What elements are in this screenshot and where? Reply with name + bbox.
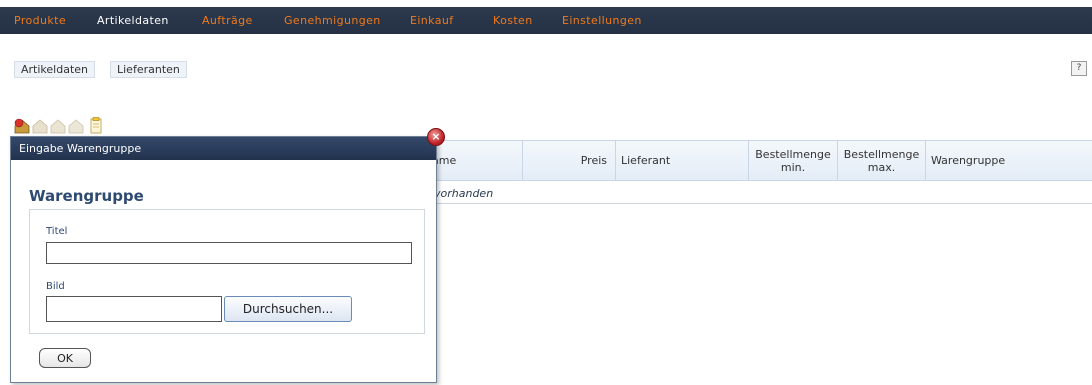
dialog-heading: Warengruppe: [29, 187, 144, 205]
edit-icon[interactable]: [32, 117, 48, 134]
column-header-warengruppe[interactable]: Warengruppe: [925, 141, 1092, 180]
document-icon[interactable]: [88, 117, 104, 134]
table-row: [398, 182, 1092, 204]
nav-item-kosten[interactable]: Kosten: [493, 7, 533, 34]
title-field-label: Titel: [46, 226, 68, 237]
browse-button[interactable]: Durchsuchen...: [224, 296, 352, 322]
copy-icon[interactable]: [68, 117, 84, 134]
dialog-title[interactable]: Eingabe Warengruppe: [11, 137, 436, 160]
delete-icon[interactable]: [50, 117, 66, 134]
tab-lieferanten[interactable]: Lieferanten: [110, 61, 187, 78]
top-navigation: Produkte Artikeldaten Aufträge Genehmigu…: [0, 0, 1092, 36]
title-field[interactable]: [46, 242, 412, 264]
close-icon[interactable]: ×: [427, 128, 445, 146]
nav-item-einstellungen[interactable]: Einstellungen: [562, 7, 642, 34]
table-header: ame Preis Lieferant Bestellmenge min. Be…: [398, 140, 1092, 181]
empty-table-message: vorhanden: [434, 187, 494, 200]
ok-button[interactable]: OK: [39, 348, 91, 368]
nav-item-einkauf[interactable]: Einkauf: [410, 7, 454, 34]
column-header-lieferant[interactable]: Lieferant: [615, 141, 748, 180]
column-header-bestellmenge-max[interactable]: Bestellmenge max.: [837, 141, 925, 180]
column-header-bestellmenge-min[interactable]: Bestellmenge min.: [748, 141, 837, 180]
nav-item-artikeldaten[interactable]: Artikeldaten: [97, 7, 169, 34]
add-icon[interactable]: [14, 117, 30, 134]
dialog-form: Titel Bild Durchsuchen...: [29, 209, 425, 334]
tab-artikeldaten[interactable]: Artikeldaten: [14, 61, 95, 78]
image-field-label: Bild: [46, 281, 65, 292]
help-button[interactable]: ?: [1071, 61, 1087, 76]
nav-item-auftraege[interactable]: Aufträge: [202, 7, 253, 34]
image-file-field[interactable]: [46, 296, 222, 322]
nav-item-genehmigungen[interactable]: Genehmigungen: [284, 7, 381, 34]
column-header-preis[interactable]: Preis: [522, 141, 615, 180]
nav-item-produkte[interactable]: Produkte: [14, 7, 66, 34]
warengruppe-dialog: Eingabe Warengruppe Warengruppe Titel Bi…: [10, 136, 437, 383]
